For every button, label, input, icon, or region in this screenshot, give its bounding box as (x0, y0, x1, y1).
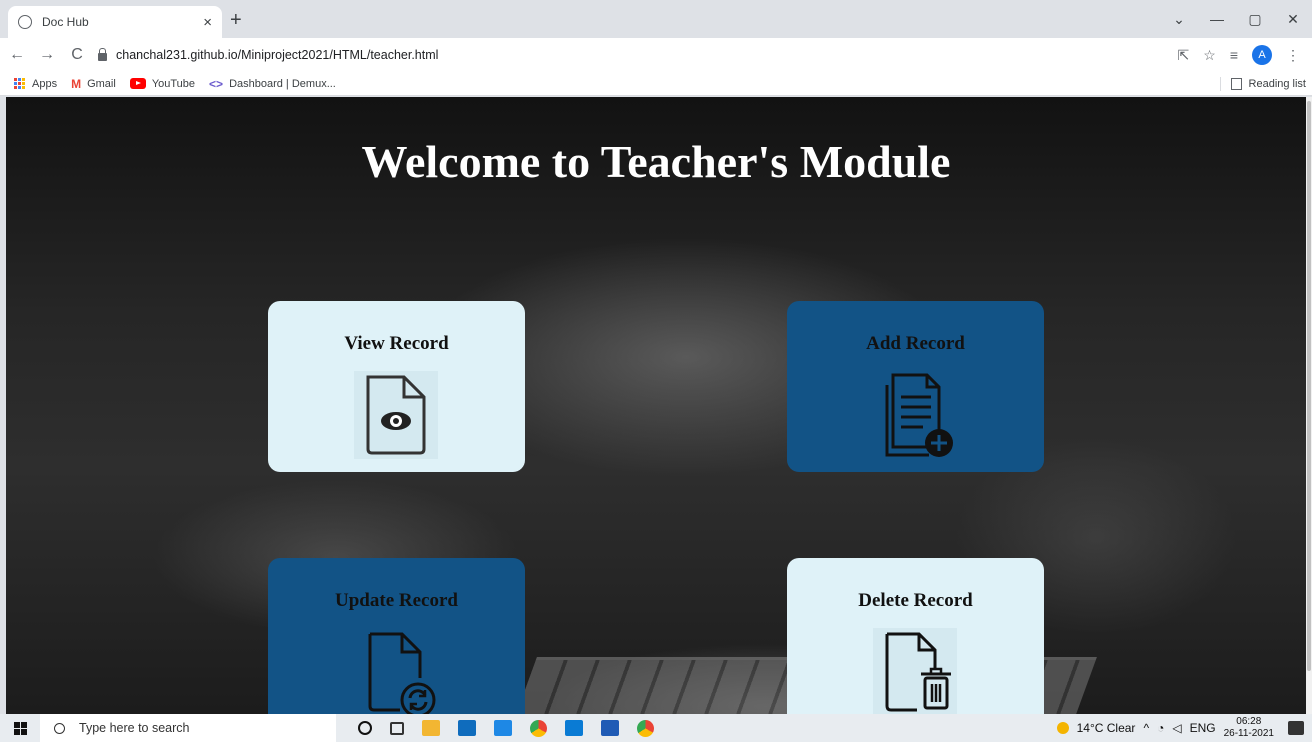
volume-icon[interactable]: ◁ (1172, 721, 1181, 735)
view-record-card[interactable]: View Record (268, 301, 525, 472)
tab-close-button[interactable]: × (203, 14, 212, 31)
system-tray: 14°C Clear ^ ◔ ◁ ENG 06:28 26-11-2021 (1056, 714, 1312, 742)
delete-record-card[interactable]: Delete Record (787, 558, 1044, 714)
menu-icon[interactable]: ⋮ (1286, 47, 1300, 64)
chevron-up-icon[interactable]: ^ (1143, 721, 1149, 735)
minimize-button[interactable]: — (1198, 11, 1236, 27)
weather-text[interactable]: 14°C Clear (1077, 721, 1136, 735)
reload-button[interactable]: C (64, 46, 90, 64)
globe-icon (18, 15, 32, 29)
bookmark-apps[interactable]: Apps (14, 77, 57, 90)
clock[interactable]: 06:28 26-11-2021 (1224, 716, 1274, 740)
bookmark-gmail[interactable]: M Gmail (71, 77, 116, 91)
apps-grid-icon (14, 77, 26, 90)
page-viewport: Welcome to Teacher's Module View Record … (6, 97, 1306, 714)
gmail-icon: M (71, 76, 82, 91)
reading-list-icon (1230, 78, 1242, 90)
chrome-profile-icon[interactable] (637, 719, 654, 737)
close-window-button[interactable]: ✕ (1274, 11, 1312, 28)
vscode-icon[interactable] (565, 720, 583, 736)
chrome-icon[interactable] (530, 719, 547, 737)
add-record-label: Add Record (866, 333, 965, 354)
tab-search-button[interactable]: ⌄ (1160, 11, 1198, 28)
store-icon[interactable] (494, 720, 512, 736)
youtube-icon (129, 78, 146, 89)
view-file-icon (354, 371, 438, 459)
bookmark-dashboard[interactable]: <> Dashboard | Demux... (209, 77, 336, 91)
toolbar-actions: ⇱ ☆ ≡ A ⋮ (1178, 45, 1300, 65)
delete-record-label: Delete Record (858, 590, 973, 611)
cortana-icon[interactable] (358, 721, 372, 735)
tab-strip: Doc Hub × + ⌄ — ▢ ✕ (0, 0, 1312, 38)
add-file-icon (885, 373, 953, 457)
update-record-label: Update Record (335, 590, 458, 611)
window-controls: ⌄ — ▢ ✕ (1160, 0, 1312, 38)
word-icon[interactable] (601, 720, 619, 736)
update-record-card[interactable]: Update Record (268, 558, 525, 714)
windows-logo-icon (13, 721, 27, 735)
bookmarks-bar: Apps M Gmail YouTube <> Dashboard | Demu… (0, 72, 1312, 96)
network-icon[interactable]: ◔ (1157, 721, 1164, 735)
back-button[interactable]: ← (4, 46, 30, 64)
add-record-card[interactable]: Add Record (787, 301, 1044, 472)
delete-file-icon (873, 628, 957, 714)
file-explorer-icon[interactable] (422, 720, 440, 736)
task-view-icon[interactable] (390, 721, 404, 735)
clock-time: 06:28 (1236, 716, 1262, 727)
code-brackets-icon: <> (209, 76, 224, 91)
bookmark-youtube[interactable]: YouTube (129, 78, 195, 90)
search-icon (54, 722, 65, 734)
weather-moon-icon (1056, 722, 1069, 734)
reading-mode-icon[interactable]: ≡ (1230, 47, 1238, 63)
lock-icon (98, 48, 107, 61)
taskbar-search[interactable]: Type here to search (40, 714, 336, 742)
page-scrollbar[interactable] (1306, 97, 1312, 714)
language-indicator[interactable]: ENG (1190, 721, 1216, 735)
taskbar-apps (358, 719, 654, 737)
address-bar[interactable]: chanchal231.github.io/Miniproject2021/HT… (98, 42, 1178, 68)
url-text: chanchal231.github.io/Miniproject2021/HT… (116, 48, 439, 62)
share-icon[interactable]: ⇱ (1178, 47, 1190, 64)
view-record-label: View Record (344, 333, 449, 354)
start-button[interactable] (0, 714, 40, 742)
forward-button[interactable]: → (34, 46, 60, 64)
tab-doc-hub[interactable]: Doc Hub × (8, 6, 222, 38)
search-placeholder: Type here to search (79, 721, 190, 735)
maximize-button[interactable]: ▢ (1236, 11, 1274, 28)
browser-toolbar: ← → C chanchal231.github.io/Miniproject2… (0, 38, 1312, 72)
mail-icon[interactable] (458, 720, 476, 736)
profile-avatar[interactable]: A (1252, 45, 1272, 65)
notification-icon[interactable] (1288, 721, 1304, 735)
clock-date: 26-11-2021 (1223, 728, 1274, 739)
reading-list-button[interactable]: Reading list (1219, 77, 1306, 91)
update-file-icon (368, 632, 436, 714)
bookmark-star-icon[interactable]: ☆ (1203, 47, 1216, 64)
tab-title: Doc Hub (42, 15, 89, 29)
page-title: Welcome to Teacher's Module (361, 136, 951, 187)
new-tab-button[interactable]: + (230, 10, 242, 30)
windows-taskbar: Type here to search 14°C Clear ^ ◔ ◁ ENG… (0, 714, 1312, 742)
